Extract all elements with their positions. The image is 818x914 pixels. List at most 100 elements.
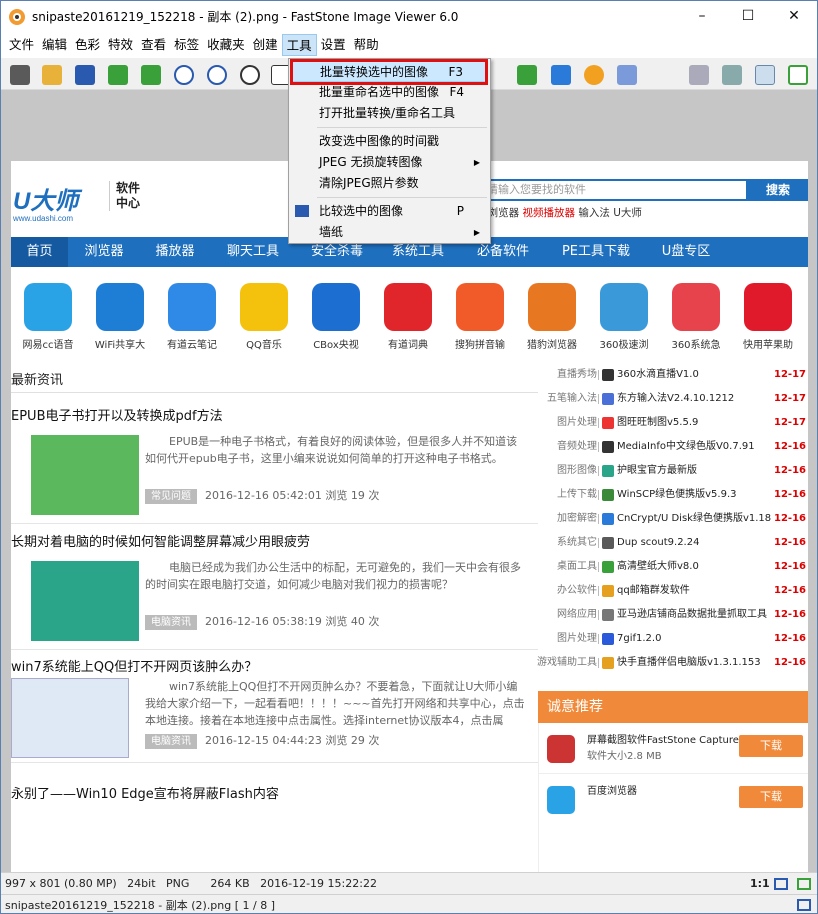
app-icon <box>602 489 614 501</box>
menu-file[interactable]: 文件 <box>5 34 38 56</box>
zoom-level[interactable]: 1:1 <box>750 877 770 890</box>
menu-item-open-batch-tool[interactable]: 打开批量转换/重命名工具 <box>291 103 488 124</box>
app-icon <box>602 417 614 429</box>
divider <box>11 762 538 763</box>
divider <box>11 649 538 650</box>
app-grid: 网易cc语音 WiFi共享大 有道云笔记 QQ音乐 CBox央视 有道词典 搜狗… <box>11 279 808 359</box>
app-icon <box>672 283 720 331</box>
layout-icon[interactable] <box>689 65 709 85</box>
menu-effects[interactable]: 特效 <box>104 34 137 56</box>
camera-icon[interactable] <box>10 65 30 85</box>
highlight-box <box>290 59 488 85</box>
app-item: QQ音乐 <box>229 279 299 351</box>
browser-icon[interactable] <box>722 65 742 85</box>
menu-favorites[interactable]: 收藏夹 <box>203 34 249 56</box>
menu-create[interactable]: 创建 <box>249 34 282 56</box>
fullscreen-toggle-icon[interactable] <box>797 898 811 911</box>
slideshow-icon[interactable] <box>617 65 637 85</box>
article-meta: 电脑资讯 2016-12-15 04:44:23 浏览 29 次 <box>145 732 379 749</box>
menu-item-compare[interactable]: 比较选中的图像 P <box>291 201 488 222</box>
app-item: 猎豹浏览器 <box>517 279 587 351</box>
next-icon[interactable] <box>141 65 161 85</box>
menu-separator <box>317 127 487 128</box>
app-icon <box>240 283 288 331</box>
fit-window-icon[interactable] <box>774 877 788 890</box>
tools-dropdown-menu: 批量转换选中的图像 F3 批量重命名选中的图像 F4 打开批量转换/重命名工具 改变… <box>288 58 491 244</box>
app-icon <box>602 537 614 549</box>
maximize-button[interactable]: ☐ <box>725 1 771 31</box>
article-desc: win7系统能上QQ但打不开网页肿么办？不要着急，下面就让U大师小编我给大家介绍… <box>145 680 525 727</box>
menu-edit[interactable]: 编辑 <box>38 34 71 56</box>
sun-icon[interactable] <box>584 65 604 85</box>
menu-settings[interactable]: 设置 <box>317 34 350 56</box>
zoom-out-icon[interactable] <box>207 65 227 85</box>
app-item: WiFi共享大 <box>85 279 155 351</box>
title-bar[interactable]: snipaste20161219_152218 - 副本 (2).png - F… <box>1 1 817 32</box>
nav-player: 播放器 <box>155 244 195 259</box>
fullscreen-icon[interactable] <box>755 65 775 85</box>
menu-item-wallpaper[interactable]: 墙纸 ▶ <box>291 222 488 243</box>
app-icon <box>602 393 614 405</box>
menu-view[interactable]: 查看 <box>137 34 170 56</box>
app-icon <box>96 283 144 331</box>
recommend-header: 诚意推荐 <box>538 691 808 723</box>
app-item: 网易cc语音 <box>13 279 83 351</box>
article-desc: EPUB是一种电子书格式，有着良好的阅读体验，但是很多人并不知道该如何代开epu… <box>145 435 518 465</box>
list-item: 图片处理 图旺旺制图v5.5.9 12-17 <box>557 417 806 429</box>
app-icon <box>602 585 614 597</box>
divider <box>11 523 538 524</box>
app-icon <box>384 283 432 331</box>
menu-help[interactable]: 帮助 <box>350 34 383 56</box>
article: 长期对着电脑的时候如何智能调整屏幕减少用眼疲劳 电脑已经成为我们办公生活中的标配… <box>11 531 538 651</box>
submenu-arrow-icon: ▶ <box>473 158 480 167</box>
app-icon <box>9 8 25 25</box>
article: 永别了——Win10 Edge宣布将屏蔽Flash内容 <box>11 783 538 823</box>
recommend-item: 百度浏览器 下载 <box>539 773 808 825</box>
app-icon <box>602 609 614 621</box>
menu-item-clear-jpeg[interactable]: 清除JPEG照片参数 <box>291 173 488 194</box>
app-item: 360极速浏 <box>589 279 659 351</box>
displayed-image: U大师 www.udashi.com 软件 中心 请输入您要找的软件 搜索 0浏览器… <box>11 161 808 872</box>
save-icon[interactable] <box>75 65 95 85</box>
recommend-list: 屏幕截图软件FastStone Capture 软件大小2.8 MB 下载 百度… <box>538 723 808 872</box>
menu-tags[interactable]: 标签 <box>170 34 203 56</box>
full-screen-icon[interactable] <box>797 877 811 890</box>
window-title: snipaste20161219_152218 - 副本 (2).png - F… <box>32 10 459 24</box>
minimize-button[interactable]: – <box>679 1 725 31</box>
list-item: 图片处理 7gif1.2.0 12-16 <box>557 633 806 645</box>
article-desc: 电脑已经成为我们办公生活中的标配，无可避免的，我们一天中会有很多的时间实在跟电脑… <box>145 561 521 591</box>
list-item: 五笔输入法 东方输入法V2.4.10.1212 12-17 <box>547 393 806 405</box>
article-title: 永别了——Win10 Edge宣布将屏蔽Flash内容 <box>11 787 279 802</box>
list-item: 音频处理 MediaInfo中文绿色版V0.7.91 12-16 <box>557 441 806 453</box>
cb-icon[interactable] <box>551 65 571 85</box>
download-button: 下载 <box>739 735 803 757</box>
app-icon <box>456 283 504 331</box>
app-item: 有道云笔记 <box>157 279 227 351</box>
list-item: 办公软件 qq邮箱群发软件 12-16 <box>557 585 806 597</box>
download-button: 下载 <box>739 786 803 808</box>
article-meta: 常见问题 2016-12-16 05:42:01 浏览 19 次 <box>145 487 379 504</box>
article: EPUB电子书打开以及转换成pdf方法 EPUB是一种电子书格式，有着良好的阅读… <box>11 405 538 525</box>
news-section-title: 最新资讯 <box>11 373 64 388</box>
open-folder-icon[interactable] <box>42 65 62 85</box>
close-button[interactable]: ✕ <box>771 1 817 31</box>
fit-icon[interactable] <box>788 65 808 85</box>
app-icon <box>744 283 792 331</box>
menu-item-jpeg-rotate[interactable]: JPEG 无损旋转图像 ▶ <box>291 152 488 173</box>
actual-size-icon[interactable] <box>240 65 260 85</box>
prev-icon[interactable] <box>108 65 128 85</box>
site-search-input: 请输入您要找的软件 <box>481 179 748 201</box>
file-status-bar: snipaste20161219_152218 - 副本 (2).png [ 1… <box>1 894 817 913</box>
zoom-in-icon[interactable] <box>174 65 194 85</box>
menu-tools[interactable]: 工具 <box>281 34 317 56</box>
article-title: win7系统能上QQ但打不开网页该肿么办？ <box>11 660 258 675</box>
list-item: 加密解密 CnCrypt/U Disk绿色便携版v1.18 12-16 <box>557 513 806 525</box>
eye-thumbnail <box>31 561 139 641</box>
tool-icon[interactable] <box>517 65 537 85</box>
status-bar: 997 x 801 (0.80 MP) 24bit PNG 264 KB 201… <box>1 872 817 894</box>
menu-color[interactable]: 色彩 <box>71 34 104 56</box>
menu-item-change-timestamp[interactable]: 改变选中图像的时间戳 <box>291 131 488 152</box>
menu-item-batch-rename[interactable]: 批量重命名选中的图像 F4 <box>291 82 488 103</box>
nav-usb: U盘专区 <box>661 244 711 259</box>
list-item: 系统其它 Dup scout9.2.24 12-16 <box>557 537 806 549</box>
